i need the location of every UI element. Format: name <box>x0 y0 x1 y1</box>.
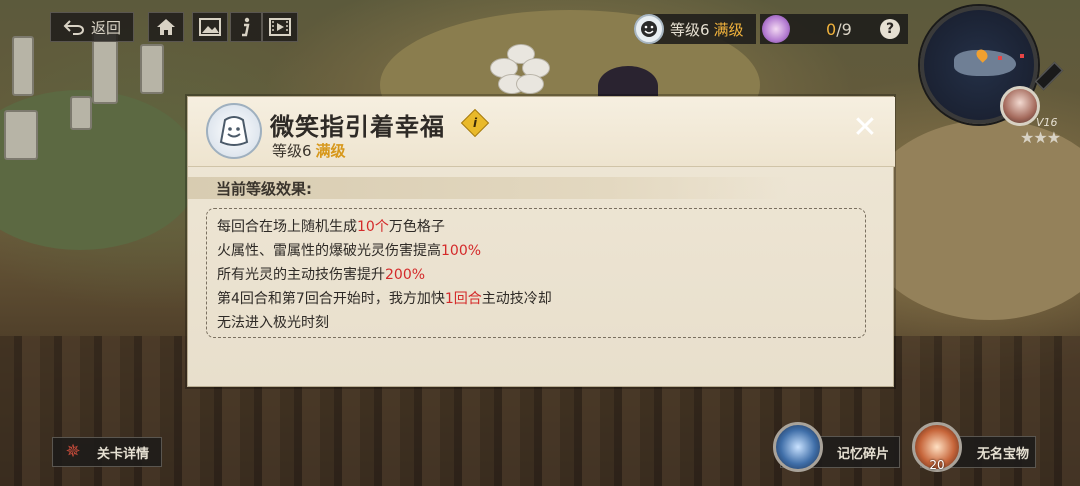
dialog-level: 等级6 满级 <box>272 142 346 160</box>
effects-list: 每回合在场上随机生成10个万色格子 火属性、雷属性的爆破光灵伤害提高100% 所… <box>206 208 866 338</box>
stage-details-button[interactable]: ✵ 关卡详情 <box>52 437 162 467</box>
character-avatar[interactable] <box>1000 86 1040 126</box>
memory-shard-icon[interactable] <box>773 422 823 472</box>
replay-button[interactable] <box>262 12 298 42</box>
white-flower <box>490 44 552 96</box>
help-button[interactable]: ? <box>880 19 900 39</box>
film-icon <box>269 18 291 36</box>
effect-line: 所有光灵的主动技伤害提升200% <box>217 267 426 283</box>
ruin-block <box>70 96 92 130</box>
section-title: 当前等级效果: <box>216 180 312 198</box>
enemy-marker-icon <box>1020 54 1024 58</box>
effect-line: 每回合在场上随机生成10个万色格子 <box>217 219 445 235</box>
stage-details-label: 关卡详情 <box>97 446 150 462</box>
smiley-emblem-icon <box>206 103 262 159</box>
effect-line: 第4回合和第7回合开始时，我方加快1回合主动技冷却 <box>217 291 552 307</box>
level-max-label: 满级 <box>713 20 744 39</box>
effect-line: 无法进入极光时刻 <box>217 315 329 331</box>
effect-detail-dialog: 微笑指引着幸福 i 等级6 满级 ✕ 当前等级效果: 每回合在场上随机生成10个万… <box>187 96 895 387</box>
close-button[interactable]: ✕ <box>851 113 879 143</box>
memory-fragment-icon <box>762 15 790 43</box>
ruin-pillar <box>12 36 34 96</box>
gallery-button[interactable] <box>192 12 228 42</box>
star-rating: ★★★ <box>1020 128 1061 147</box>
level-indicator[interactable]: 等级6 满级 <box>634 14 756 44</box>
back-arrow-icon <box>63 20 84 35</box>
ruin-pillar <box>140 44 164 94</box>
level-label: 等级6 <box>670 20 710 39</box>
treasure-count: 20 <box>929 458 945 472</box>
home-icon <box>157 19 175 35</box>
dialog-title: 微笑指引着幸福 <box>270 113 445 141</box>
memory-fragments-label: 记忆碎片 <box>837 446 890 462</box>
compass-rose-icon: ✵ <box>65 441 81 462</box>
back-button[interactable]: 返回 <box>50 12 134 42</box>
effect-line: 火属性、雷属性的爆破光灵伤害提高100% <box>217 243 482 259</box>
ruin-block <box>4 110 38 160</box>
fragment-count: 0/9 <box>826 19 852 39</box>
back-label: 返回 <box>90 18 121 37</box>
info-button[interactable] <box>230 12 262 42</box>
home-button[interactable] <box>148 12 184 42</box>
level-smiley-icon <box>634 14 664 44</box>
image-icon <box>199 18 221 36</box>
enemy-marker-icon <box>998 56 1002 60</box>
nameless-treasure-label: 无名宝物 <box>977 446 1030 462</box>
info-icon <box>242 17 250 37</box>
